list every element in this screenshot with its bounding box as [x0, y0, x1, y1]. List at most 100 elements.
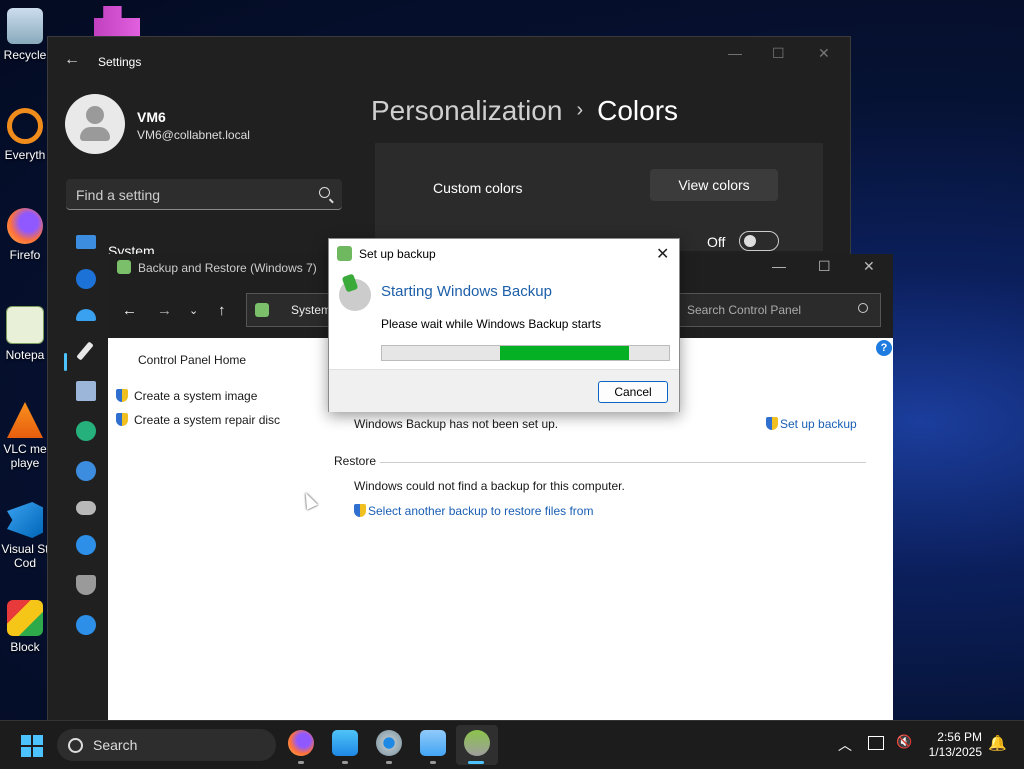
help-icon[interactable]: ? [876, 340, 892, 356]
tetris-icon[interactable] [94, 6, 140, 36]
search-icon [319, 187, 330, 198]
desktop-icon-blocks[interactable]: Block [0, 600, 50, 654]
desktop-icon-recycle-bin[interactable]: Recycle [0, 8, 50, 62]
close-icon[interactable]: ✕ [656, 244, 669, 264]
settings-gear-taskbar-icon[interactable] [376, 730, 402, 756]
desktop-icon-everything[interactable]: Everyth [0, 108, 50, 162]
apps-icon[interactable] [76, 381, 96, 401]
mouse-cursor-icon [300, 490, 318, 510]
start-button[interactable] [21, 735, 43, 757]
desktop-icon-label: Block [10, 640, 40, 654]
desktop-icon-label-line2: playe [10, 456, 40, 470]
cp-search-input[interactable]: Search Control Panel [678, 293, 881, 327]
file-explorer-taskbar-icon[interactable] [332, 730, 358, 756]
up-arrow-icon[interactable]: ↑ [218, 302, 226, 319]
dialog-title: Set up backup [359, 247, 436, 261]
desktop-icon-label: Everyth [4, 148, 46, 162]
recycle-bin-icon [7, 8, 43, 44]
progress-bar [381, 345, 670, 361]
view-colors-button[interactable]: View colors [650, 169, 778, 201]
back-arrow-icon[interactable]: ← [122, 302, 137, 319]
backup-icon [337, 246, 352, 261]
address-field[interactable]: System [246, 293, 332, 327]
notification-bell-icon[interactable]: 🔔 [988, 734, 1007, 752]
settings-window-title: Settings [98, 55, 142, 69]
desktop-icon-vlc[interactable]: VLC me playe [0, 402, 50, 470]
create-system-image-link[interactable]: Create a system image [116, 389, 257, 403]
desktop-icon-notepad[interactable]: Notepa [0, 306, 50, 362]
chevron-up-icon[interactable]: ︿ [838, 735, 852, 755]
desktop-icon-label: Firefo [9, 248, 41, 262]
uac-shield-icon [354, 504, 366, 517]
privacy-shield-icon[interactable] [76, 575, 96, 595]
running-indicator [430, 761, 436, 764]
desktop-icon-label-line2: Cod [13, 556, 36, 570]
gaming-icon[interactable] [76, 501, 96, 515]
desktop-icon-label: Recycle [3, 48, 47, 62]
select-another-backup-link[interactable]: Select another backup to restore files f… [354, 504, 593, 518]
volume-muted-icon[interactable]: 🔇 [896, 734, 912, 750]
chevron-down-icon[interactable]: ⌄ [189, 304, 198, 317]
back-arrow-icon[interactable]: ← [64, 51, 80, 69]
vlc-icon [7, 402, 43, 438]
control-panel-taskbar-icon[interactable] [420, 730, 446, 756]
network-icon[interactable] [868, 736, 884, 750]
taskbar-search[interactable]: Search [57, 729, 276, 761]
find-setting-input[interactable]: Find a setting [66, 179, 342, 210]
set-up-backup-link[interactable]: Set up backup [766, 417, 857, 431]
desktop-icon-firefox[interactable]: Firefo [0, 208, 50, 262]
close-button[interactable]: ✕ [818, 45, 830, 62]
taskbar: Search ︿ 🔇 2:56 PM 1/13/2025 🔔 [0, 720, 1024, 769]
backup-taskbar-icon[interactable] [464, 730, 490, 756]
backup-status: Windows Backup has not been set up. [354, 417, 559, 431]
search-icon [858, 303, 868, 313]
accessibility-icon[interactable] [76, 535, 96, 555]
avatar [65, 94, 125, 154]
breadcrumb-colors: Colors [597, 95, 679, 126]
settings-nav [62, 235, 106, 655]
desktop-icon-label: Notepa [5, 348, 45, 362]
desktop-icon-label: VLC me [3, 442, 47, 456]
maximize-button[interactable]: ☐ [818, 258, 831, 275]
wifi-icon[interactable] [76, 309, 96, 321]
custom-colors-label: Custom colors [433, 180, 523, 196]
personalization-brush-icon[interactable] [76, 341, 94, 361]
control-panel-icon [255, 303, 269, 317]
minimize-button[interactable]: — [728, 45, 742, 61]
backup-icon [117, 260, 131, 274]
close-button[interactable]: ✕ [863, 258, 875, 275]
dialog-heading: Starting Windows Backup [381, 283, 552, 300]
control-panel-home-link[interactable]: Control Panel Home [138, 353, 246, 367]
clock-time: 2:56 PM [937, 730, 982, 744]
uac-shield-icon [116, 413, 128, 426]
search-icon [68, 738, 83, 753]
create-repair-disc-link[interactable]: Create a system repair disc [116, 413, 280, 427]
time-language-icon[interactable] [76, 461, 96, 481]
dialog-message: Please wait while Windows Backup starts [381, 317, 602, 331]
restore-divider [380, 462, 866, 463]
cp-window-title: Backup and Restore (Windows 7) [138, 261, 317, 275]
breadcrumb-separator: › [576, 99, 584, 121]
desktop-icon-vscode[interactable]: Visual St Cod [0, 502, 50, 570]
set-up-backup-label: Set up backup [780, 417, 857, 431]
bluetooth-icon[interactable] [76, 269, 96, 289]
blocks-icon [7, 600, 43, 636]
forward-arrow-icon[interactable]: → [157, 302, 172, 319]
select-another-backup-label: Select another backup to restore files f… [368, 504, 594, 518]
restore-status: Windows could not find a backup for this… [354, 479, 625, 493]
firefox-taskbar-icon[interactable] [288, 730, 314, 756]
system-icon[interactable] [76, 235, 96, 249]
maximize-button[interactable]: ☐ [772, 45, 785, 62]
accounts-icon[interactable] [76, 421, 96, 441]
windows-update-icon[interactable] [76, 615, 96, 635]
progress-fill [499, 346, 629, 360]
accent-toggle[interactable] [739, 231, 779, 251]
breadcrumb-personalization[interactable]: Personalization [371, 95, 562, 126]
minimize-button[interactable]: — [772, 258, 786, 274]
uac-shield-icon [116, 389, 128, 402]
user-email: VM6@collabnet.local [137, 128, 250, 142]
desktop-icon-label: Visual St [1, 542, 49, 556]
cancel-button[interactable]: Cancel [598, 381, 668, 403]
taskbar-clock[interactable]: 2:56 PM 1/13/2025 [920, 730, 982, 760]
toggle-state-label: Off [707, 234, 726, 250]
